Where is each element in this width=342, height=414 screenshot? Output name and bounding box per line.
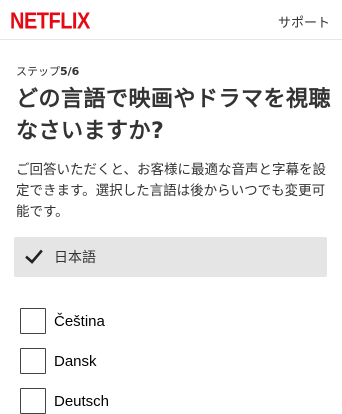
language-option-label: Dansk [54,352,97,370]
checkbox[interactable] [20,388,46,414]
checkmark-icon [25,248,43,266]
header: NETFLIX サポート [0,0,342,40]
step-prefix: ステップ [16,65,60,78]
main-content: ステップ5/6 どの言語で映画やドラマを視聴なさいますか? ご回答いただくと、お… [16,64,332,223]
language-option-cestina[interactable]: Čeština [20,308,105,334]
page-description: ご回答いただくと、お客様に最適な音声と字幕を設定できます。選択した言語は後からい… [16,162,326,220]
netflix-logo[interactable]: NETFLIX [10,9,90,35]
language-option-label: Deutsch [54,392,110,410]
language-option-label: Čeština [54,312,105,330]
selected-language-item[interactable]: 日本語 [14,237,327,277]
language-option-deutsch[interactable]: Deutsch [20,388,109,414]
step-count: 5/6 [60,65,80,78]
checkbox[interactable] [20,308,46,334]
checkbox[interactable] [20,348,46,374]
step-indicator: ステップ5/6 [16,64,332,80]
language-option-dansk[interactable]: Dansk [20,348,97,374]
support-link[interactable]: サポート [278,12,330,31]
selected-language-label: 日本語 [54,250,96,266]
page-title: どの言語で映画やドラマを視聴なさいますか? [16,87,332,144]
